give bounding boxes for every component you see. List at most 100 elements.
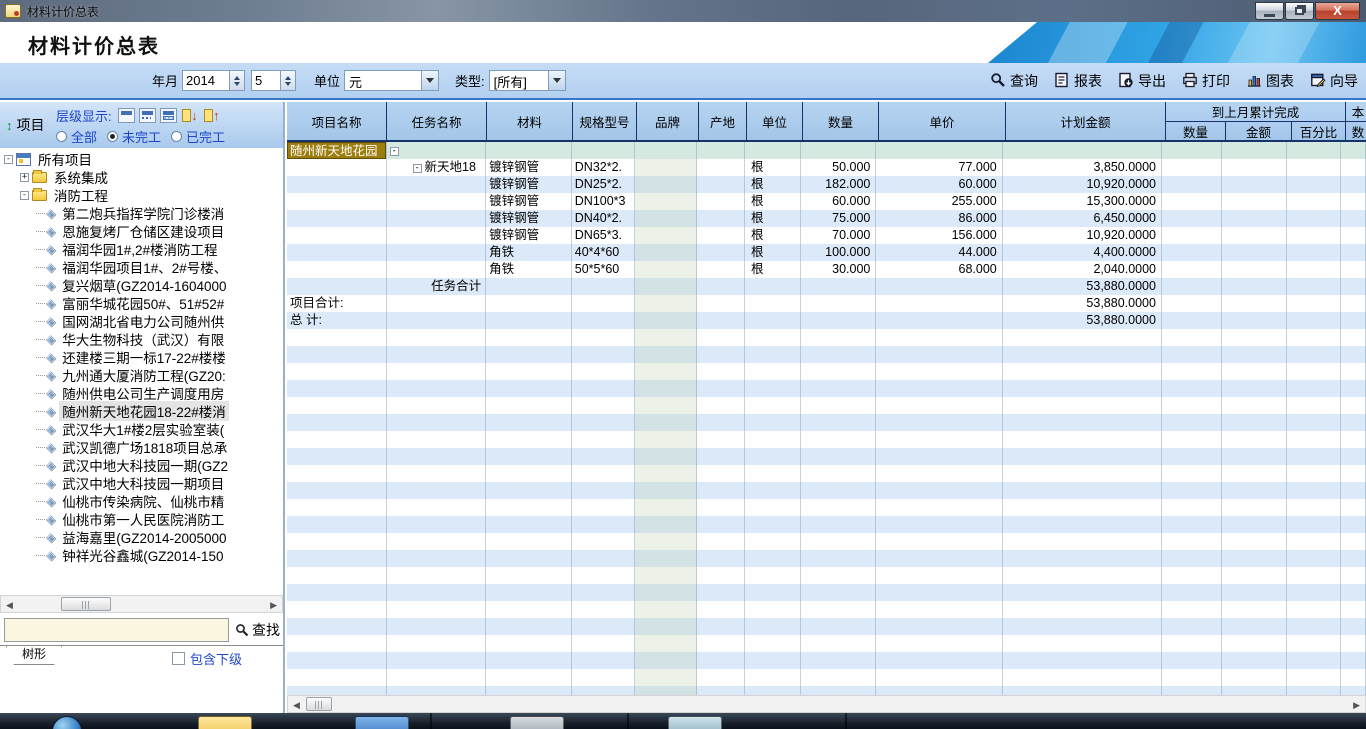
collapse-icon[interactable]: - bbox=[413, 164, 422, 173]
column-header-6[interactable]: 单位 bbox=[747, 102, 803, 142]
column-header-4[interactable]: 品牌 bbox=[637, 102, 699, 142]
scroll-left-icon[interactable]: ◀ bbox=[293, 700, 300, 711]
toolbar-button-chart[interactable]: 图表 bbox=[1246, 71, 1294, 91]
sub-column-header-0[interactable]: 数量 bbox=[1166, 122, 1226, 142]
tree-item[interactable]: ◈恩施复烤厂仓储区建设项目 bbox=[0, 222, 283, 240]
view-level3-icon[interactable] bbox=[160, 108, 177, 123]
toolbar-button-wizard[interactable]: 向导 bbox=[1310, 71, 1358, 91]
tree-item[interactable]: ◈武汉中地大科技园一期(GZ2 bbox=[0, 456, 283, 474]
tree-item[interactable]: ◈仙桃市第一人民医院消防工 bbox=[0, 510, 283, 528]
chevron-down-icon[interactable] bbox=[422, 70, 439, 91]
table-row[interactable]: 镀锌钢管DN40*2.根75.00086.0006,450.0000 bbox=[287, 210, 1366, 227]
tree-item[interactable]: ◈还建楼三期一标17-22#楼楼 bbox=[0, 348, 283, 366]
toolbar-button-export[interactable]: 导出 bbox=[1118, 71, 1166, 91]
column-header-1[interactable]: 任务名称 bbox=[387, 102, 487, 142]
tree-item[interactable]: ◈武汉华大1#楼2层实验室装( bbox=[0, 420, 283, 438]
table-row[interactable]: 镀锌钢管DN65*3.根70.000156.00010,920.0000 bbox=[287, 227, 1366, 244]
tree-item[interactable]: ◈随州供电公司生产调度用房 bbox=[0, 384, 283, 402]
column-header-3[interactable]: 规格型号 bbox=[573, 102, 637, 142]
scrollbar-thumb[interactable] bbox=[61, 597, 111, 611]
tree-item[interactable]: ◈益海嘉里(GZ2014-2005000 bbox=[0, 528, 283, 546]
sub-column-header-1[interactable]: 金额 bbox=[1226, 122, 1292, 142]
table-row[interactable]: 任务合计53,880.0000 bbox=[287, 278, 1366, 295]
tree-item[interactable]: +系统集成 bbox=[0, 168, 283, 186]
start-orb-icon[interactable] bbox=[52, 716, 82, 729]
close-button[interactable]: X bbox=[1315, 2, 1360, 20]
scroll-right-icon[interactable]: ▶ bbox=[1353, 700, 1360, 711]
tree-expander-icon[interactable]: + bbox=[20, 173, 29, 182]
scroll-right-icon[interactable]: ▶ bbox=[270, 600, 277, 611]
month-spinner[interactable] bbox=[281, 70, 296, 91]
minimize-button[interactable] bbox=[1255, 2, 1284, 20]
group-header-label[interactable]: 本 bbox=[1346, 102, 1366, 122]
project-name-cell[interactable]: 随州新天地花园 bbox=[287, 142, 387, 159]
sub-column-header-last[interactable]: 数 bbox=[1346, 122, 1366, 142]
taskbar-folder-icon[interactable] bbox=[198, 716, 252, 729]
group-header-label[interactable]: 到上月累计完成 bbox=[1166, 102, 1346, 122]
sync-arrows-icon[interactable]: ↕ bbox=[6, 118, 13, 133]
column-header-2[interactable]: 材料 bbox=[487, 102, 573, 142]
sort-ascending-icon[interactable]: ↑ bbox=[204, 108, 220, 124]
tree-item[interactable]: ◈九州通大厦消防工程(GZ20: bbox=[0, 366, 283, 384]
tree-expander-icon[interactable]: - bbox=[20, 191, 29, 200]
tree-item[interactable]: ◈富丽华城花园50#、51#52# bbox=[0, 294, 283, 312]
tree-item[interactable]: ◈武汉凯德广场1818项目总承 bbox=[0, 438, 283, 456]
tree-item[interactable]: ◈福润华园1#,2#楼消防工程 bbox=[0, 240, 283, 258]
column-header-9[interactable]: 计划金额 bbox=[1006, 102, 1166, 142]
toolbar-button-report[interactable]: 报表 bbox=[1054, 71, 1102, 91]
table-row[interactable]: 总 计:53,880.0000 bbox=[287, 312, 1366, 329]
tree-item[interactable]: ◈华大生物科技（武汉）有限 bbox=[0, 330, 283, 348]
tree-item[interactable]: ◈复兴烟草(GZ2014-1604000 bbox=[0, 276, 283, 294]
scroll-left-icon[interactable]: ◀ bbox=[6, 600, 13, 611]
type-select[interactable]: [所有] bbox=[489, 70, 566, 91]
taskbar-app-icon[interactable] bbox=[510, 716, 564, 729]
table-row[interactable]: 镀锌钢管DN25*2.根182.00060.00010,920.0000 bbox=[287, 176, 1366, 193]
tree-horizontal-scrollbar[interactable]: ◀ ▶ bbox=[0, 595, 283, 613]
find-button[interactable]: 查找 bbox=[235, 620, 280, 640]
taskbar-app-icon[interactable] bbox=[355, 716, 409, 729]
toolbar-button-search[interactable]: 查询 bbox=[990, 71, 1038, 91]
taskbar-app-icon[interactable] bbox=[668, 716, 722, 729]
column-header-8[interactable]: 单价 bbox=[879, 102, 1006, 142]
tree-item[interactable]: ◈仙桃市传染病院、仙桃市精 bbox=[0, 492, 283, 510]
tree-item[interactable]: ◈第二炮兵指挥学院门诊楼消 bbox=[0, 204, 283, 222]
column-header-5[interactable]: 产地 bbox=[699, 102, 747, 142]
tree-item[interactable]: -消防工程 bbox=[0, 186, 283, 204]
year-input[interactable] bbox=[182, 70, 230, 91]
table-row[interactable]: 项目合计:53,880.0000 bbox=[287, 295, 1366, 312]
scrollbar-thumb[interactable] bbox=[306, 697, 332, 711]
table-horizontal-scrollbar[interactable]: ◀ ▶ bbox=[287, 695, 1366, 713]
sort-descending-icon[interactable]: ↓ bbox=[182, 108, 198, 124]
sub-column-header-2[interactable]: 百分比 bbox=[1292, 122, 1346, 142]
collapse-icon[interactable]: - bbox=[390, 147, 399, 156]
view-level2-icon[interactable] bbox=[139, 108, 156, 123]
table-row[interactable]: 随州新天地花园- bbox=[287, 142, 1366, 159]
toolbar-button-print[interactable]: 打印 bbox=[1182, 71, 1230, 91]
year-spinner[interactable] bbox=[230, 70, 245, 91]
tree-item[interactable]: ◈国网湖北省电力公司随州供 bbox=[0, 312, 283, 330]
view-level1-icon[interactable] bbox=[118, 108, 135, 123]
chevron-down-icon[interactable] bbox=[549, 70, 566, 91]
column-header-7[interactable]: 数量 bbox=[803, 102, 879, 142]
search-input[interactable] bbox=[4, 618, 229, 642]
tree-item[interactable]: ◈钟祥光谷鑫城(GZ2014-150 bbox=[0, 546, 283, 564]
tree-item[interactable]: ◈福润华园项目1#、2#号楼、 bbox=[0, 258, 283, 276]
filter-radio-全部[interactable]: 全部 bbox=[56, 127, 97, 146]
include-sublevel-checkbox[interactable] bbox=[172, 652, 185, 665]
unit-select[interactable]: 元 bbox=[344, 70, 439, 91]
selected-project-cell[interactable]: 随州新天地花园 bbox=[287, 142, 386, 159]
table-row[interactable]: 角铁40*4*60根100.00044.0004,400.0000 bbox=[287, 244, 1366, 261]
table-row[interactable]: 角铁50*5*60根30.00068.0002,040.0000 bbox=[287, 261, 1366, 278]
tab-tree[interactable]: 树形 bbox=[6, 646, 62, 665]
tree-expander-icon[interactable]: - bbox=[4, 155, 13, 164]
filter-radio-未完工[interactable]: 未完工 bbox=[107, 127, 161, 146]
month-input[interactable] bbox=[251, 70, 281, 91]
tree-item[interactable]: ◈武汉中地大科技园一期项目 bbox=[0, 474, 283, 492]
tree-item[interactable]: -所有项目 bbox=[0, 150, 283, 168]
table-row[interactable]: 镀锌钢管DN100*3根60.000255.00015,300.0000 bbox=[287, 193, 1366, 210]
tree-item[interactable]: ◈随州新天地花园18-22#楼消 bbox=[0, 402, 283, 420]
filter-radio-已完工[interactable]: 已完工 bbox=[171, 127, 225, 146]
table-row[interactable]: -新天地18镀锌钢管DN32*2.根50.00077.0003,850.0000 bbox=[287, 159, 1366, 176]
restore-button[interactable] bbox=[1285, 2, 1314, 20]
column-header-0[interactable]: 项目名称 bbox=[287, 102, 387, 142]
